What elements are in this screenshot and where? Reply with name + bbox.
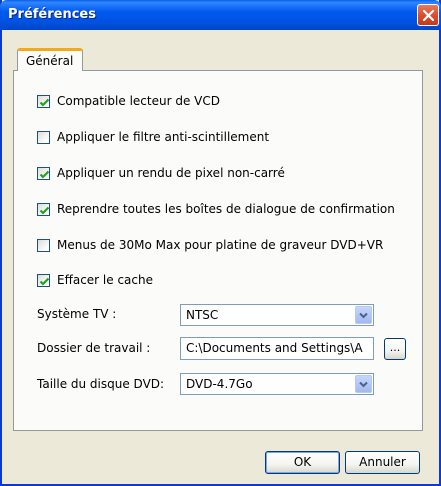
ok-button[interactable]: OK xyxy=(265,451,340,474)
checkbox[interactable] xyxy=(37,167,50,180)
option-label: Compatible lecteur de VCD xyxy=(57,94,220,108)
work-folder-label: Dossier de travail : xyxy=(37,341,151,355)
checkmark-icon xyxy=(39,170,50,179)
option-label: Reprendre toutes les boîtes de dialogue … xyxy=(57,202,395,216)
dropdown-button[interactable] xyxy=(355,306,372,324)
work-folder-input[interactable]: C:\Documents and Settings\A xyxy=(180,337,374,360)
option-label: Appliquer un rendu de pixel non-carré xyxy=(57,166,285,180)
dvd-size-select[interactable]: DVD-4.7Go xyxy=(180,373,374,395)
tv-system-select[interactable]: NTSC xyxy=(180,304,374,326)
checkmark-icon xyxy=(39,206,50,215)
dvd-size-label: Taille du disque DVD: xyxy=(37,377,165,391)
chevron-down-icon xyxy=(359,312,368,319)
checkmark-icon xyxy=(39,98,50,107)
dvd-size-value: DVD-4.7Go xyxy=(186,377,253,391)
tv-system-label: Système TV : xyxy=(37,307,117,321)
close-icon xyxy=(422,9,435,22)
checkmark-icon xyxy=(39,277,50,286)
title-bar[interactable]: Préférences xyxy=(0,0,441,30)
window-title: Préférences xyxy=(8,7,96,22)
checkbox[interactable] xyxy=(37,274,50,287)
browse-button[interactable]: ... xyxy=(384,338,406,360)
tab-general[interactable]: Général xyxy=(17,48,83,71)
option-label: Menus de 30Mo Max pour platine de graveu… xyxy=(57,238,384,252)
tv-system-value: NTSC xyxy=(186,308,219,322)
option-label: Appliquer le filtre anti-scintillement xyxy=(57,130,270,144)
work-folder-value: C:\Documents and Settings\A xyxy=(186,341,363,355)
checkbox[interactable] xyxy=(37,203,50,216)
tab-general-label: Général xyxy=(26,54,74,68)
close-button[interactable] xyxy=(417,4,439,26)
checkbox[interactable] xyxy=(37,131,50,144)
chevron-down-icon xyxy=(359,381,368,388)
option-label: Effacer le cache xyxy=(57,273,153,287)
dropdown-button[interactable] xyxy=(355,375,372,393)
checkbox[interactable] xyxy=(37,239,50,252)
cancel-button[interactable]: Annuler xyxy=(345,451,420,474)
checkbox[interactable] xyxy=(37,95,50,108)
